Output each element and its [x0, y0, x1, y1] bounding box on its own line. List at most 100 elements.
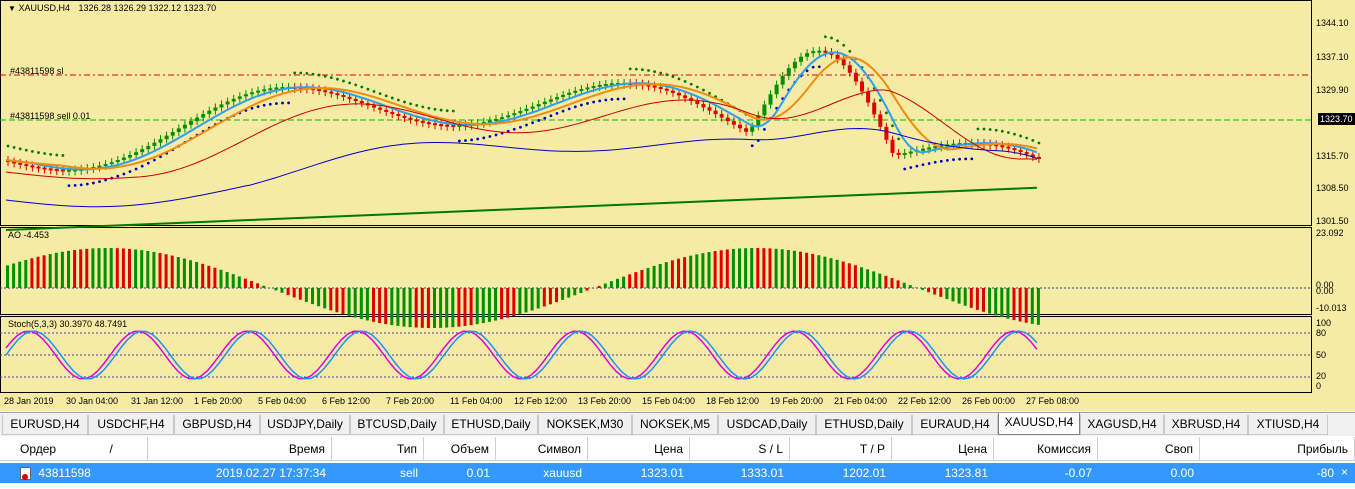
sar-dot — [311, 72, 315, 76]
sar-dot — [1037, 141, 1041, 145]
tab-usdchf-h4[interactable]: USDCHF,H4 — [88, 415, 174, 435]
col-header-commission[interactable]: Комиссия — [994, 437, 1098, 461]
candle-body — [585, 87, 590, 90]
col-header-swap[interactable]: Своп — [1098, 437, 1200, 461]
candle-body — [750, 126, 755, 132]
chart-window[interactable]: ▼ XAUUSD,H4 1326.28 1326.29 1322.12 1323… — [0, 0, 1355, 411]
ao-bar — [201, 263, 205, 288]
ao-bar — [933, 288, 937, 295]
ao-bar — [335, 288, 339, 313]
candle-body — [548, 99, 553, 102]
ao-bar — [152, 251, 156, 288]
ao-bar — [445, 288, 449, 328]
candle-body — [426, 122, 431, 125]
candle-body — [1018, 149, 1023, 153]
sar-dot — [488, 135, 492, 138]
order-row[interactable]: 43811598 2019.02.27 17:37:34 sell 0.01 x… — [0, 463, 1355, 483]
tab-eurusd-h4[interactable]: EURUSD,H4 — [2, 415, 88, 435]
ohlc-values: 1326.28 1326.29 1322.12 1323.70 — [78, 3, 217, 13]
candle-body — [420, 120, 425, 123]
sar-dot — [409, 102, 412, 106]
candle-body — [451, 125, 456, 128]
col-header-order[interactable]: Ордер / — [0, 437, 148, 461]
tab-xauusd-h4[interactable]: XAUUSD,H4 — [998, 413, 1080, 435]
tab-usdjpy-daily[interactable]: USDJPY,Daily — [260, 415, 350, 435]
candle-body — [921, 148, 925, 151]
col-header-symbol[interactable]: Символ — [496, 437, 588, 461]
col-header-price[interactable]: Цена — [588, 437, 690, 461]
tab-xbrusd-h4[interactable]: XBRUSD,H4 — [1164, 415, 1248, 435]
col-header-profit[interactable]: Прибыль — [1200, 437, 1355, 461]
tab-ethusd-daily[interactable]: ETHUSD,Daily — [444, 415, 538, 435]
sar-dot — [329, 76, 333, 80]
tab-noksek-m5[interactable]: NOKSEK,M5 — [632, 415, 718, 435]
tab-usdcad-daily[interactable]: USDCAD,Daily — [718, 415, 816, 435]
order-sl[interactable]: 1333.01 — [690, 463, 790, 483]
price-tick: 1315.70 — [1316, 151, 1349, 161]
col-header-volume[interactable]: Объем — [424, 437, 496, 461]
ao-bar — [524, 288, 528, 313]
sar-dot — [1000, 129, 1004, 133]
ao-bar — [189, 260, 192, 288]
ao-bar — [365, 288, 369, 321]
tab-noksek-m30[interactable]: NOKSEK,M30 — [538, 415, 632, 435]
col-header-type[interactable]: Тип — [332, 437, 424, 461]
ao-bar — [426, 288, 430, 328]
sar-dot — [543, 116, 547, 120]
tab-btcusd-daily[interactable]: BTCUSD,Daily — [350, 415, 444, 435]
tab-xagusd-h4[interactable]: XAGUSD,H4 — [1080, 415, 1164, 435]
col-header-tp[interactable]: T / P — [790, 437, 892, 461]
tab-euraud-h4[interactable]: EURAUD,H4 — [912, 415, 998, 435]
stoch-title: Stoch(5,3,3) 30.3970 48.7491 — [8, 319, 128, 329]
sar-dot — [464, 139, 467, 142]
sar-dot — [458, 139, 461, 143]
ao-bar — [1000, 288, 1004, 318]
candle-body — [231, 98, 236, 102]
col-header-time[interactable]: Время — [148, 437, 332, 461]
col-header-cur-price[interactable]: Цена — [892, 437, 994, 461]
time-label: 7 Feb 20:00 — [386, 396, 435, 406]
ao-bar — [329, 288, 333, 311]
ao-bar — [701, 253, 705, 288]
ao-bar — [195, 261, 199, 288]
ao-bar — [518, 288, 522, 315]
sar-dot — [933, 160, 937, 164]
ao-bar — [433, 288, 436, 328]
tab-xtiusd-h4[interactable]: XTIUSD,H4 — [1248, 415, 1328, 435]
sar-dot — [293, 71, 297, 75]
candle-body — [591, 86, 596, 89]
candle-body — [670, 90, 675, 93]
sar-dot — [616, 97, 620, 101]
ao-bar — [91, 248, 95, 288]
ao-bar — [36, 256, 40, 288]
col-header-sl[interactable]: S / L — [690, 437, 790, 461]
candle-body — [109, 162, 114, 165]
candle-body — [189, 121, 193, 125]
tab-gbpusd-h4[interactable]: GBPUSD,H4 — [174, 415, 260, 435]
price-tick: 1344.10 — [1316, 18, 1349, 28]
sar-dot — [525, 123, 528, 127]
candle-body — [121, 157, 126, 161]
order-tp[interactable]: 1202.01 — [790, 463, 892, 483]
ao-bar — [213, 267, 217, 288]
candle-body — [372, 105, 376, 108]
ao-bar — [24, 259, 28, 288]
sar-dot — [372, 90, 376, 93]
sar-dot — [842, 43, 846, 47]
sar-dot — [689, 82, 693, 86]
sar-dot — [18, 147, 22, 151]
ao-bar — [103, 248, 107, 288]
ao-bar — [750, 248, 754, 288]
sar-dot — [1019, 134, 1022, 138]
ao-bar — [780, 249, 784, 288]
time-label: 6 Feb 12:00 — [322, 396, 371, 406]
ao-bar — [42, 255, 46, 288]
sar-dot — [275, 102, 278, 105]
close-order-icon[interactable]: × — [1341, 466, 1353, 479]
ao-bar — [884, 275, 888, 288]
tab-ethusd-daily-2[interactable]: ETHUSD,Daily — [816, 415, 912, 435]
candle-body — [225, 101, 230, 105]
order-volume: 0.01 — [466, 466, 490, 480]
ao-bar — [731, 248, 735, 288]
ao-bar — [817, 255, 821, 288]
